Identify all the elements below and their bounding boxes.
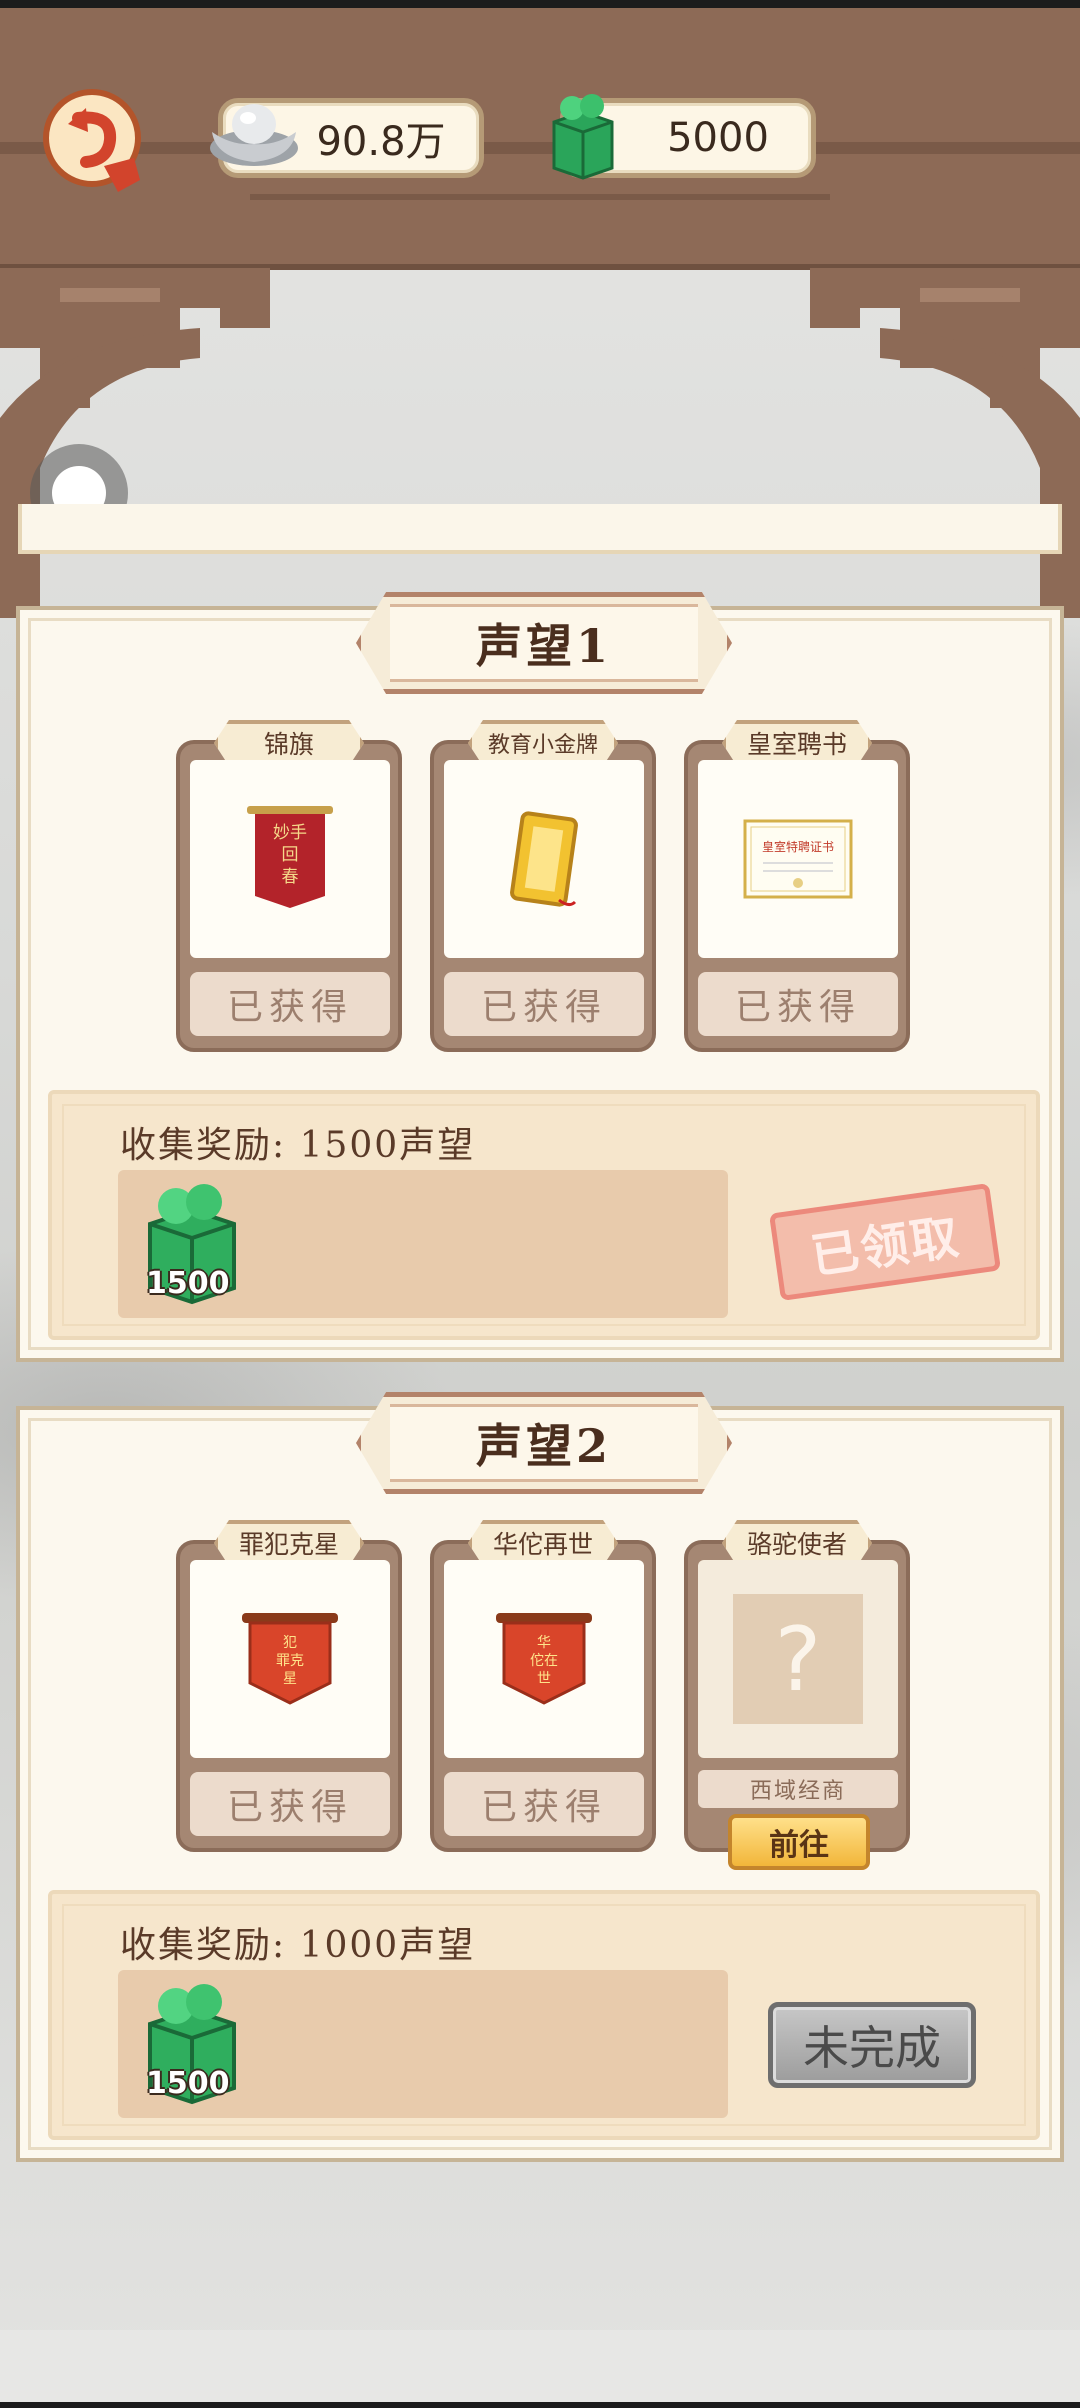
item-tag-label: 教育小金牌 — [487, 733, 598, 758]
panel-title-text: 声望2 — [390, 1404, 698, 1482]
pennant-text: 犯 — [283, 1635, 297, 1651]
unknown-item-placeholder: ? — [733, 1594, 863, 1724]
top-beam — [0, 142, 1080, 154]
item-status: 已获得 — [444, 1772, 644, 1836]
banner-text: 回 — [282, 845, 299, 865]
item-image: 妙手 回 春 — [190, 760, 390, 958]
item-tag-label: 锦旗 — [263, 730, 314, 759]
item-card-camel-envoy[interactable]: 骆驼使者 ? 西域经商 前往 — [684, 1520, 910, 1870]
top-strip-panel — [18, 504, 1062, 554]
item-image — [444, 760, 644, 958]
claimed-stamp: 已领取 — [768, 1182, 1002, 1302]
jade-block-icon — [552, 94, 614, 180]
return-arrow-icon — [43, 89, 141, 192]
item-tag-label: 骆驼使者 — [746, 1530, 847, 1559]
reward-label: 收集奖励: 1500声望 — [120, 1125, 476, 1166]
reward-slot: 1500 — [118, 1970, 728, 2118]
gold-plaque-icon — [510, 811, 578, 907]
collection-reward-box: 收集奖励: 1500声望 1500 已领取 — [48, 1090, 1040, 1340]
certificate-icon: 皇室特聘证书 — [743, 819, 853, 899]
banner-text: 妙手 — [273, 823, 307, 843]
red-pennant-icon: 华 佗在 世 — [496, 1613, 592, 1705]
item-card-jinqi[interactable]: 锦旗 妙手 回 春 已获得 — [176, 720, 402, 1052]
pennant-text: 星 — [283, 1671, 297, 1687]
item-status: 已获得 — [698, 972, 898, 1036]
item-hint: 西域经商 — [698, 1770, 898, 1808]
reputation-panel-2: 声望2 罪犯克星 犯 罪克 星 已获得 华佗再世 华 佗在 世 已获得 骆驼使者… — [16, 1392, 1064, 2162]
pennant-text: 罪克 — [276, 1653, 304, 1669]
item-tag-label: 皇室聘书 — [746, 730, 847, 759]
certificate-title: 皇室特聘证书 — [762, 839, 834, 854]
item-image: 犯 罪克 星 — [190, 1560, 390, 1758]
top-bar — [0, 8, 1080, 270]
reputation-panel-1: 声望1 锦旗 妙手 回 春 已获得 教育小金牌 已获得 皇室聘书 皇室特聘证书 … — [16, 592, 1064, 1362]
panel-title-text: 声望1 — [390, 604, 698, 682]
item-card-hua-tuo[interactable]: 华佗再世 华 佗在 世 已获得 — [430, 1520, 656, 1852]
panel-title-1: 声望1 — [356, 592, 732, 694]
item-status: 已获得 — [190, 972, 390, 1036]
goto-button[interactable]: 前往 — [728, 1814, 870, 1870]
jade-amount: 5000 — [667, 115, 769, 161]
item-image-locked: ? — [698, 1560, 898, 1758]
item-card-criminal-nemesis[interactable]: 罪犯克星 犯 罪克 星 已获得 — [176, 1520, 402, 1852]
collection-reward-box: 收集奖励: 1000声望 1500 未完成 — [48, 1890, 1040, 2140]
top-beam-lower — [250, 194, 830, 200]
incomplete-button[interactable]: 未完成 — [768, 2002, 976, 2088]
item-card-royal-appointment[interactable]: 皇室聘书 皇室特聘证书 已获得 — [684, 720, 910, 1052]
reward-slot: 1500 — [118, 1170, 728, 1318]
status-bar-edge — [0, 0, 1080, 8]
silver-amount: 90.8万 — [316, 119, 446, 165]
item-tag-label: 罪犯克星 — [238, 1530, 339, 1559]
back-button[interactable] — [42, 88, 150, 196]
item-status: 已获得 — [444, 972, 644, 1036]
pennant-text: 世 — [537, 1671, 551, 1687]
bottom-edge — [0, 2402, 1080, 2408]
item-image: 华 佗在 世 — [444, 1560, 644, 1758]
item-image: 皇室特聘证书 — [698, 760, 898, 958]
reward-count: 1500 — [146, 1266, 230, 1301]
pennant-text: 佗在 — [530, 1652, 558, 1669]
red-pennant-icon: 犯 罪克 星 — [242, 1613, 338, 1705]
item-card-education-medal[interactable]: 教育小金牌 已获得 — [430, 720, 656, 1052]
lattice-left-decoration — [0, 268, 270, 618]
lattice-right-decoration — [810, 268, 1080, 618]
bottom-background — [0, 2330, 1080, 2408]
reward-label: 收集奖励: 1000声望 — [120, 1925, 476, 1966]
pennant-text: 华 — [537, 1635, 551, 1651]
silver-ingot-icon — [210, 104, 298, 166]
item-status: 已获得 — [190, 1772, 390, 1836]
panel-title-2: 声望2 — [356, 1392, 732, 1494]
silk-banner-icon: 妙手 回 春 — [247, 806, 333, 908]
banner-text: 春 — [282, 867, 299, 887]
item-tag-label: 华佗再世 — [492, 1530, 593, 1559]
reward-count: 1500 — [146, 2066, 230, 2101]
